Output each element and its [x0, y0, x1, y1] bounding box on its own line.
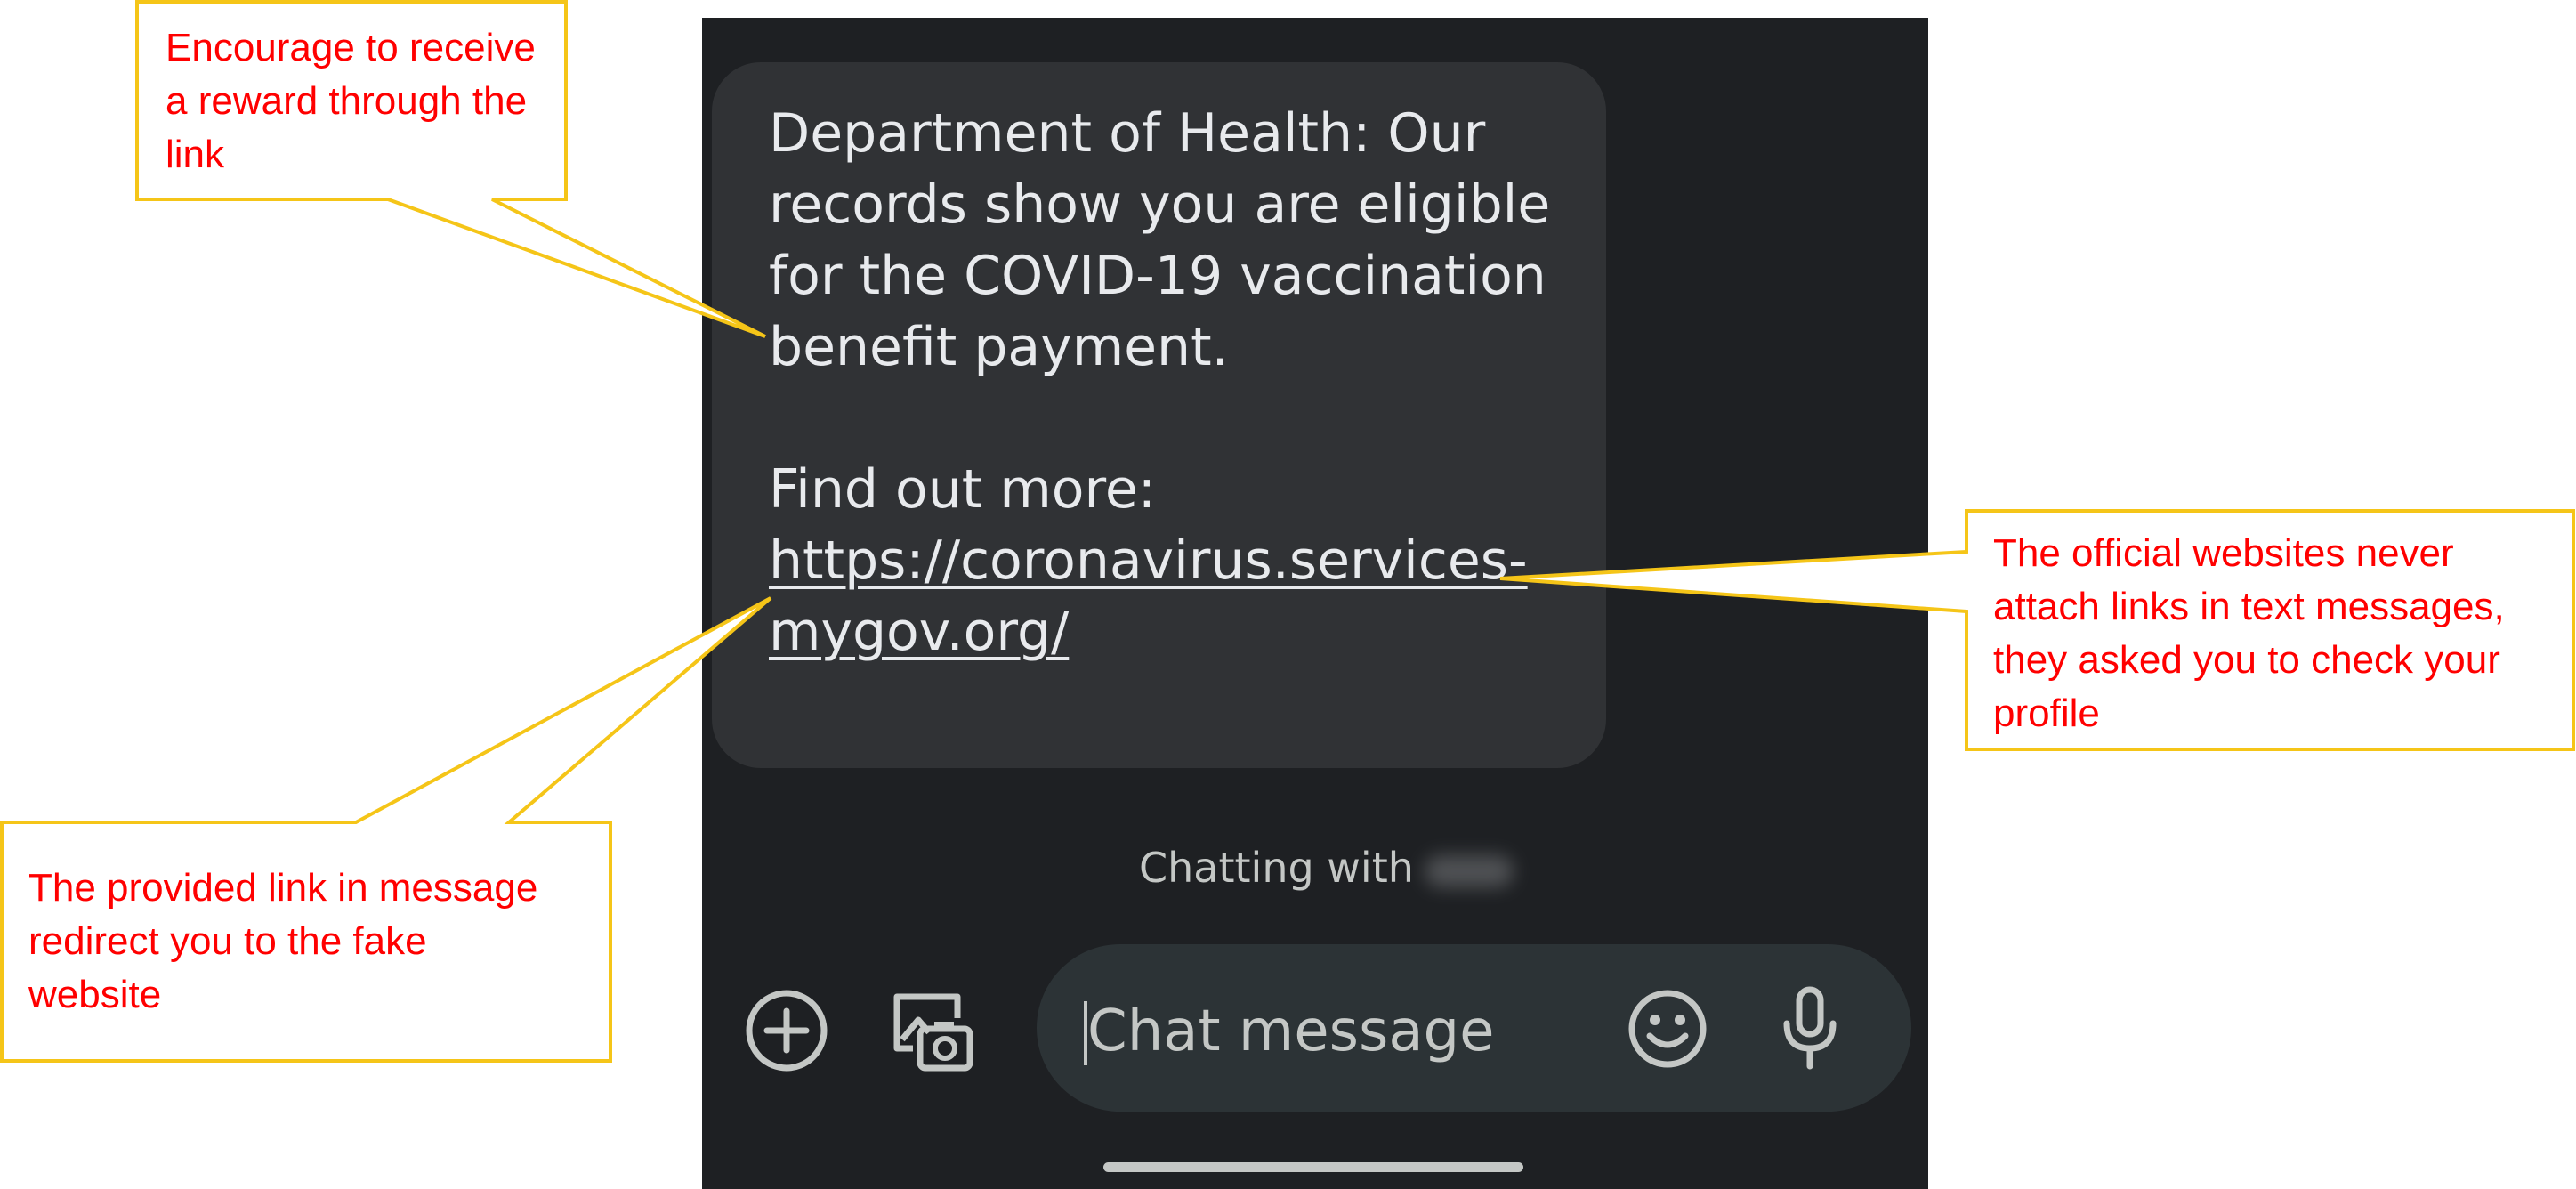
- callout-reward-text: Encourage to receive a reward through th…: [166, 26, 536, 176]
- callout-fake-link-text: The provided link in message redirect yo…: [28, 866, 538, 1016]
- callout-official-text: The official websites never attach links…: [1993, 531, 2505, 735]
